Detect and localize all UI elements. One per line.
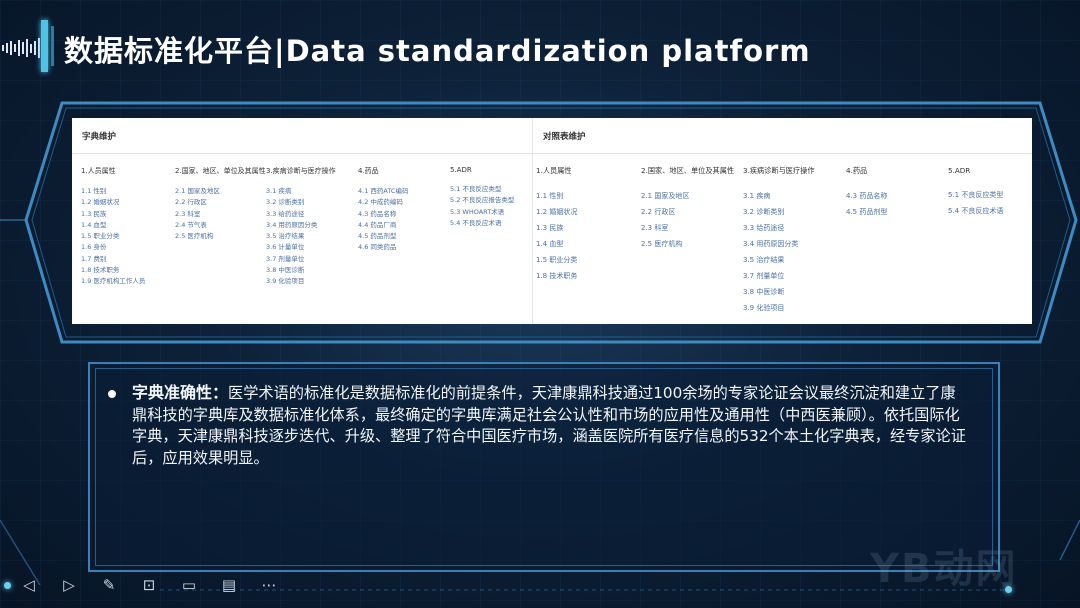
dictionary-panel-title: 字典维护 — [82, 132, 117, 142]
description-paragraph: 字典准确性：医学术语的标准化是数据标准化的前提条件，天津康鼎科技通过100余场的… — [108, 382, 970, 469]
mapping-column-heading: 1.人员属性 — [536, 166, 572, 175]
mapping-item-link[interactable]: 3.1 疾病 — [743, 188, 815, 204]
dictionary-item-link[interactable]: 4.5 药品剂型 — [358, 231, 408, 242]
dictionary-item-link[interactable]: 1.2 婚姻状况 — [81, 197, 145, 208]
mapping-item-link[interactable]: 2.2 行政区 — [641, 204, 734, 220]
dictionary-column: 1.人员属性 1.1 性别 1.2 婚姻状况 1.3 民族 1.4 血型 1.5 职业分类… — [81, 166, 145, 288]
dictionary-column: 3.疾病诊断与医疗操作 3.1 疾病 3.2 诊断类别 3.3 给药途径 3.4 用药原… — [266, 166, 336, 288]
dictionary-item-link[interactable]: 5.3 WHOART术语 — [450, 207, 514, 218]
watermark-logo: YB动网 — [870, 546, 1018, 592]
dictionary-panel-header: 字典维护 — [72, 118, 532, 154]
mapping-column: 2.国家、地区、单位及其属性 2.1 国家及地区 2.2 行政区 2.3 科室 2.5 … — [641, 166, 734, 252]
mapping-item-link[interactable]: 2.3 科室 — [641, 220, 734, 236]
dictionary-column-heading: 2.国家、地区、单位及其属性 — [175, 167, 266, 175]
mapping-column: 3.疾病诊断与医疗操作 3.1 疾病 3.2 诊断类别 3.3 给药途径 3.4 用药原… — [743, 166, 815, 316]
mapping-item-link[interactable]: 4.3 药品名称 — [846, 188, 887, 204]
description-lead: 字典准确性： — [132, 383, 229, 402]
dictionary-column: 5.ADR 5.1 不良反应类型 5.2 不良反应报告类型 5.3 WHOART术语 5… — [450, 166, 514, 229]
dictionary-item-link[interactable]: 4.1 西药ATC编码 — [358, 186, 408, 197]
mapping-item-link[interactable]: 3.7 剂量单位 — [743, 268, 815, 284]
dictionary-item-link[interactable]: 3.7 剂量单位 — [266, 254, 336, 265]
mapping-item-link[interactable]: 1.5 职业分类 — [536, 252, 577, 268]
dictionary-item-link[interactable]: 1.3 民族 — [81, 209, 145, 220]
mapping-item-link[interactable]: 3.5 治疗结果 — [743, 252, 815, 268]
mapping-column: 1.人员属性 1.1 性别 1.2 婚姻状况 1.3 民族 1.4 血型 1.5 职业分类… — [536, 166, 577, 284]
dictionary-item-link[interactable]: 3.6 计量单位 — [266, 242, 336, 253]
mapping-column: 5.ADR 5.1 不良反应类型 5.4 不良反应术语 — [948, 166, 1003, 219]
dictionary-item-link[interactable]: 1.1 性别 — [81, 186, 145, 197]
dictionary-column-heading: 3.疾病诊断与医疗操作 — [266, 167, 336, 175]
dictionary-item-link[interactable]: 5.4 不良反应术语 — [450, 218, 514, 229]
dictionary-item-link[interactable]: 5.2 不良反应报告类型 — [450, 195, 514, 206]
dictionary-item-link[interactable]: 2.1 国家及地区 — [175, 186, 266, 197]
description-body: 医学术语的标准化是数据标准化的前提条件，天津康鼎科技通过100余场的专家论证会议… — [132, 384, 966, 467]
comment-icon[interactable]: ▤ — [214, 572, 244, 598]
dictionary-item-link[interactable]: 3.5 治疗结果 — [266, 231, 336, 242]
dictionary-item-link[interactable]: 3.3 给药途径 — [266, 209, 336, 220]
prev-icon[interactable]: ◁ — [14, 572, 44, 598]
dictionary-item-link[interactable]: 3.9 化验项目 — [266, 276, 336, 287]
description-box: 字典准确性：医学术语的标准化是数据标准化的前提条件，天津康鼎科技通过100余场的… — [88, 362, 1000, 572]
dictionary-column-heading: 4.药品 — [358, 167, 379, 175]
mapping-item-link[interactable]: 4.5 药品剂型 — [846, 204, 887, 220]
mapping-item-link[interactable]: 1.8 技术职务 — [536, 268, 577, 284]
dictionary-item-link[interactable]: 1.4 血型 — [81, 220, 145, 231]
pen-icon[interactable]: ✎ — [94, 572, 124, 598]
dictionary-item-link[interactable]: 4.3 药品名称 — [358, 209, 408, 220]
mapping-item-link[interactable]: 3.2 诊断类别 — [743, 204, 815, 220]
mapping-panel-header: 对照表维护 — [533, 118, 1032, 154]
dictionary-item-link[interactable]: 4.4 药品厂商 — [358, 220, 408, 231]
mapping-item-link[interactable]: 3.8 中医诊断 — [743, 284, 815, 300]
mapping-item-link[interactable]: 1.3 民族 — [536, 220, 577, 236]
mapping-item-link[interactable]: 1.2 婚姻状况 — [536, 204, 577, 220]
mapping-column-heading: 2.国家、地区、单位及其属性 — [641, 166, 735, 175]
corner-dot — [4, 582, 11, 589]
mapping-column-heading: 3.疾病诊断与医疗操作 — [743, 166, 815, 175]
dictionary-maintenance-panel: 字典维护 1.人员属性 1.1 性别 1.2 婚姻状况 1.3 民族 1.4 血型 1.5… — [72, 118, 532, 324]
dictionary-item-link[interactable]: 5.1 不良反应类型 — [450, 184, 514, 195]
dictionary-item-link[interactable]: 1.5 职业分类 — [81, 231, 145, 242]
dictionary-item-link[interactable]: 1.9 医疗机构工作人员 — [81, 276, 145, 287]
dictionary-column-heading: 5.ADR — [450, 166, 472, 174]
corner-dot — [1005, 586, 1012, 593]
mapping-item-link[interactable]: 3.4 用药原因分类 — [743, 236, 815, 252]
dictionary-item-link[interactable]: 3.1 疾病 — [266, 186, 336, 197]
mapping-panel-title: 对照表维护 — [543, 132, 586, 142]
dictionary-item-link[interactable]: 4.2 中成药编码 — [358, 197, 408, 208]
select-icon[interactable]: ⊡ — [134, 572, 164, 598]
dictionary-item-link[interactable]: 3.2 诊断类别 — [266, 197, 336, 208]
presentation-toolbar: ◁ ▷ ✎ ⊡ ▭ ▤ ⋯ — [14, 572, 284, 598]
mapping-maintenance-panel: 对照表维护 1.人员属性 1.1 性别 1.2 婚姻状况 1.3 民族 1.4 血型 1.… — [532, 118, 1032, 324]
mapping-item-link[interactable]: 2.1 国家及地区 — [641, 188, 734, 204]
dictionary-item-link[interactable]: 4.6 同类药品 — [358, 242, 408, 253]
dictionary-item-link[interactable]: 1.8 技术职务 — [81, 265, 145, 276]
dictionary-column: 2.国家、地区、单位及其属性 2.1 国家及地区 2.2 行政区 2.3 科室 2.4 … — [175, 166, 266, 242]
mapping-item-link[interactable]: 1.1 性别 — [536, 188, 577, 204]
dictionary-item-link[interactable]: 1.7 费别 — [81, 254, 145, 265]
bullet-icon — [108, 390, 116, 398]
more-icon[interactable]: ⋯ — [254, 572, 284, 598]
dictionary-item-link[interactable]: 2.4 节气表 — [175, 220, 266, 231]
dictionary-item-link[interactable]: 3.8 中医诊断 — [266, 265, 336, 276]
mapping-column-heading: 4.药品 — [846, 166, 868, 175]
dictionary-column: 4.药品 4.1 西药ATC编码 4.2 中成药编码 4.3 药品名称 4.4 药品厂商… — [358, 166, 408, 254]
dictionary-item-link[interactable]: 1.6 身份 — [81, 242, 145, 253]
mapping-column-heading: 5.ADR — [948, 166, 971, 175]
mapping-item-link[interactable]: 3.3 给药途径 — [743, 220, 815, 236]
mapping-item-link[interactable]: 5.1 不良反应类型 — [948, 187, 1003, 203]
dictionary-item-link[interactable]: 3.4 用药原因分类 — [266, 220, 336, 231]
next-icon[interactable]: ▷ — [54, 572, 84, 598]
mapping-item-link[interactable]: 2.5 医疗机构 — [641, 236, 734, 252]
dictionary-screenshot-panel: 字典维护 1.人员属性 1.1 性别 1.2 婚姻状况 1.3 民族 1.4 血型 1.5… — [72, 118, 1032, 324]
dictionary-column-heading: 1.人员属性 — [81, 167, 116, 175]
dictionary-item-link[interactable]: 2.5 医疗机构 — [175, 231, 266, 242]
mapping-item-link[interactable]: 3.9 化验项目 — [743, 300, 815, 316]
mapping-item-link[interactable]: 5.4 不良反应术语 — [948, 203, 1003, 219]
dictionary-item-link[interactable]: 2.3 科室 — [175, 209, 266, 220]
mapping-column: 4.药品 4.3 药品名称 4.5 药品剂型 — [846, 166, 887, 220]
camera-icon[interactable]: ▭ — [174, 572, 204, 598]
description-text: 字典准确性：医学术语的标准化是数据标准化的前提条件，天津康鼎科技通过100余场的… — [108, 382, 970, 469]
mapping-item-link[interactable]: 1.4 血型 — [536, 236, 577, 252]
dictionary-item-link[interactable]: 2.2 行政区 — [175, 197, 266, 208]
